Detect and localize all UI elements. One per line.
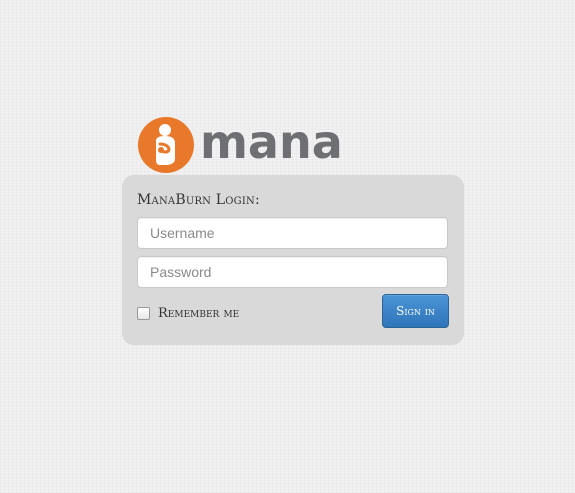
remember-me-checkbox[interactable]: [137, 306, 150, 320]
login-title: ManaBurn Login:: [137, 192, 260, 208]
mana-person-icon: [138, 117, 194, 173]
sign-in-button[interactable]: Sign in: [382, 294, 449, 328]
mana-logo: mana: [138, 115, 343, 175]
login-panel: ManaBurn Login: Remember me Sign in: [122, 175, 464, 345]
logo-wordmark: mana: [200, 115, 343, 169]
username-input[interactable]: [137, 217, 448, 249]
password-input[interactable]: [137, 256, 448, 288]
remember-me-label[interactable]: Remember me: [158, 306, 239, 321]
remember-me[interactable]: Remember me: [137, 305, 239, 321]
